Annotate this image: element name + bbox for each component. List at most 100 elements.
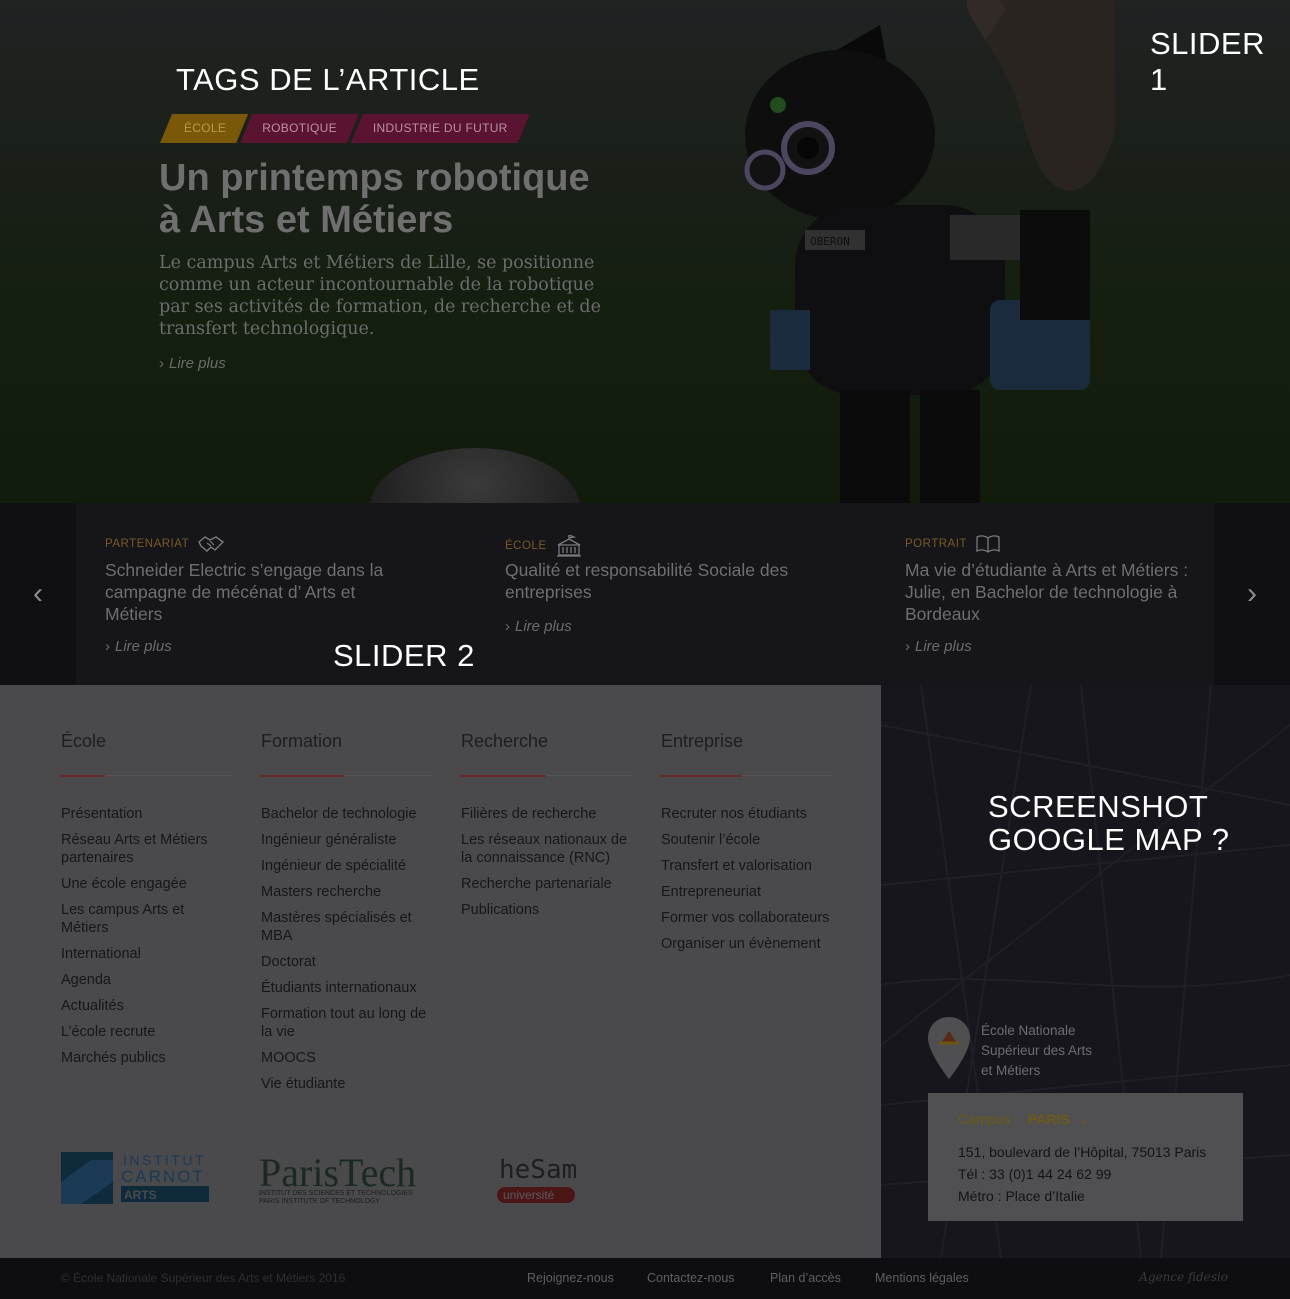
footer-link[interactable]: Actualités [61, 997, 233, 1015]
news-category-label: ÉCOLE [505, 540, 547, 552]
campus-selector[interactable]: Campus : PARIS ⌄ [958, 1111, 1089, 1128]
building-icon [556, 535, 581, 557]
slider-prev-button[interactable]: ‹ [0, 503, 76, 685]
news-title: Qualité et responsabilité Sociale des en… [505, 560, 789, 602]
hesam-name: heSam [499, 1155, 577, 1185]
footer-link[interactable]: Étudiants internationaux [261, 979, 433, 997]
footer-link-list: Présentation Réseau Arts et Métiers part… [61, 805, 233, 1075]
footer-link[interactable]: L’école recrute [61, 1023, 233, 1041]
news-title: Ma vie d’étudiante à Arts et Métiers : J… [905, 560, 1189, 624]
annotation-map: SCREENSHOT GOOGLE MAP ? [988, 790, 1229, 856]
footer-link[interactable]: Organiser un évènement [661, 935, 833, 953]
column-divider [460, 775, 632, 777]
handshake-icon [198, 536, 225, 552]
footer-link[interactable]: Réseau Arts et Métiers partenaires [61, 831, 233, 867]
tag-ecole[interactable]: ÉCOLE [160, 114, 248, 143]
news-card[interactable]: ÉCOLE Qualité et responsabilité Sociale … [505, 503, 825, 685]
column-divider [60, 775, 232, 777]
slider-next-button[interactable]: › [1214, 503, 1290, 685]
hero-title-line2: à Arts et Métiers [159, 199, 454, 241]
campus-address: 151, boulevard de l’Hôpital, 75013 Paris [958, 1144, 1207, 1160]
bottom-bar: © École Nationale Supérieur des Arts et … [0, 1258, 1290, 1299]
footer-column-title[interactable]: Recherche [461, 731, 548, 752]
chevron-left-icon: ‹ [33, 577, 43, 610]
campus-metro: Métro : Place d’Italie [958, 1188, 1085, 1204]
hero-read-more-link[interactable]: › Lire plus [159, 355, 226, 372]
footer-link[interactable]: Les réseaux nationaux de la connaissance… [461, 831, 633, 867]
chevron-right-icon: › [1247, 577, 1257, 610]
column-divider [260, 775, 432, 777]
footer-link[interactable]: Recruter nos étudiants [661, 805, 833, 823]
footer-link[interactable]: Ingénieur généraliste [261, 831, 433, 849]
footer-link[interactable]: Publications [461, 901, 633, 919]
footer-column-title[interactable]: École [61, 731, 106, 752]
carnot-line2: CARNOT [121, 1167, 205, 1186]
footer-link[interactable]: Ingénieur de spécialité [261, 857, 433, 875]
hero-slider[interactable]: OBERON TAGS DE L’ARTICLE SLIDER 1 ÉCOLE … [0, 0, 1290, 503]
footer-link[interactable]: Soutenir l’école [661, 831, 833, 849]
footer-column-title[interactable]: Entreprise [661, 731, 743, 752]
campus-address-block: 151, boulevard de l’Hôpital, 75013 Paris… [958, 1141, 1206, 1207]
footer-link[interactable]: Masters recherche [261, 883, 433, 901]
news-read-more-link[interactable]: › Lire plus [905, 638, 972, 655]
footer-link[interactable]: Une école engagée [61, 875, 233, 893]
link-plan-acces[interactable]: Plan d’accès [770, 1271, 841, 1285]
map-pin-label: École Nationale Supérieur des Arts et Mé… [981, 1023, 1093, 1078]
footer-link[interactable]: Recherche partenariale [461, 875, 633, 893]
footer-link-list: Filières de recherche Les réseaux nation… [461, 805, 633, 927]
news-slider: ‹ PARTENARIAT Schneider Electric s’engag… [0, 503, 1290, 685]
hesam-logo[interactable]: heSam université [497, 1152, 597, 1207]
institut-carnot-logo[interactable]: INSTITUT CARNOT ARTS [61, 1152, 211, 1204]
map-pin-icon[interactable] [927, 1017, 971, 1079]
carnot-line3: ARTS [124, 1188, 157, 1202]
footer-link[interactable]: Marchés publics [61, 1049, 233, 1067]
footer-link[interactable]: Formation tout au long de la vie [261, 1005, 433, 1041]
hero-title[interactable]: Un printemps robotique à Arts et Métiers [159, 157, 719, 241]
copyright: © École Nationale Supérieur des Arts et … [61, 1271, 346, 1285]
tag-robotique[interactable]: ROBOTIQUE [240, 114, 359, 143]
footer-column-title[interactable]: Formation [261, 731, 342, 752]
hesam-sub: université [503, 1188, 555, 1202]
agency-credit-link[interactable]: Agence fidesio [1139, 1270, 1228, 1284]
news-card[interactable]: PORTRAIT Ma vie d’étudiante à Arts et Mé… [905, 503, 1205, 685]
footer-link[interactable]: Filières de recherche [461, 805, 633, 823]
news-read-more-link[interactable]: › Lire plus [505, 618, 572, 635]
chevron-right-icon: › [905, 638, 910, 655]
news-category: ÉCOLE [505, 535, 582, 557]
news-category: PORTRAIT [905, 535, 1000, 553]
news-read-more-link[interactable]: › Lire plus [105, 638, 172, 655]
paristech-name: ParisTech [259, 1152, 416, 1195]
footer-link[interactable]: Doctorat [261, 953, 433, 971]
tag-industrie-du-futur[interactable]: INDUSTRIE DU FUTUR [351, 114, 530, 143]
column-divider [660, 775, 832, 777]
footer-link[interactable]: Vie étudiante [261, 1075, 433, 1093]
footer-link[interactable]: Bachelor de technologie [261, 805, 433, 823]
footer-link[interactable]: MOOCS [261, 1049, 433, 1067]
carnot-line1: INSTITUT [123, 1152, 206, 1168]
link-contactez-nous[interactable]: Contactez-nous [647, 1271, 735, 1285]
news-category-label: PORTRAIT [905, 538, 967, 550]
paristech-logo[interactable]: ParisTech INSTITUT DES SCIENCES ET TECHN… [259, 1152, 449, 1207]
footer-link[interactable]: International [61, 945, 233, 963]
read-more-label: Lire plus [915, 638, 972, 655]
chevron-right-icon: › [105, 638, 110, 655]
map-panel[interactable]: SCREENSHOT GOOGLE MAP ? École Nationale … [881, 685, 1290, 1258]
footer-link[interactable]: Former vos collaborateurs [661, 909, 833, 927]
paristech-sub2: PARIS INSTITUTE OF TECHNOLOGY [259, 1198, 380, 1205]
footer-link[interactable]: Agenda [61, 971, 233, 989]
hero-title-line1: Un printemps robotique [159, 157, 590, 199]
link-rejoignez-nous[interactable]: Rejoignez-nous [527, 1271, 614, 1285]
article-tags: ÉCOLE ROBOTIQUE INDUSTRIE DU FUTUR [160, 114, 522, 143]
footer-link[interactable]: Mastères spécialisés et MBA [261, 909, 433, 945]
annotation-slider2: SLIDER 2 [333, 638, 475, 673]
footer-link[interactable]: Les campus Arts et Métiers [61, 901, 233, 937]
footer-link[interactable]: Transfert et valorisation [661, 857, 833, 875]
footer-link[interactable]: Présentation [61, 805, 233, 823]
footer-link[interactable]: Entrepreneuriat [661, 883, 833, 901]
campus-label: Campus : [958, 1111, 1018, 1127]
news-category-label: PARTENARIAT [105, 538, 190, 550]
link-mentions-legales[interactable]: Mentions légales [875, 1271, 969, 1285]
chevron-right-icon: › [159, 355, 164, 372]
chevron-right-icon: › [505, 618, 510, 635]
campus-phone[interactable]: Tél : 33 (0)1 44 24 62 99 [958, 1163, 1206, 1185]
